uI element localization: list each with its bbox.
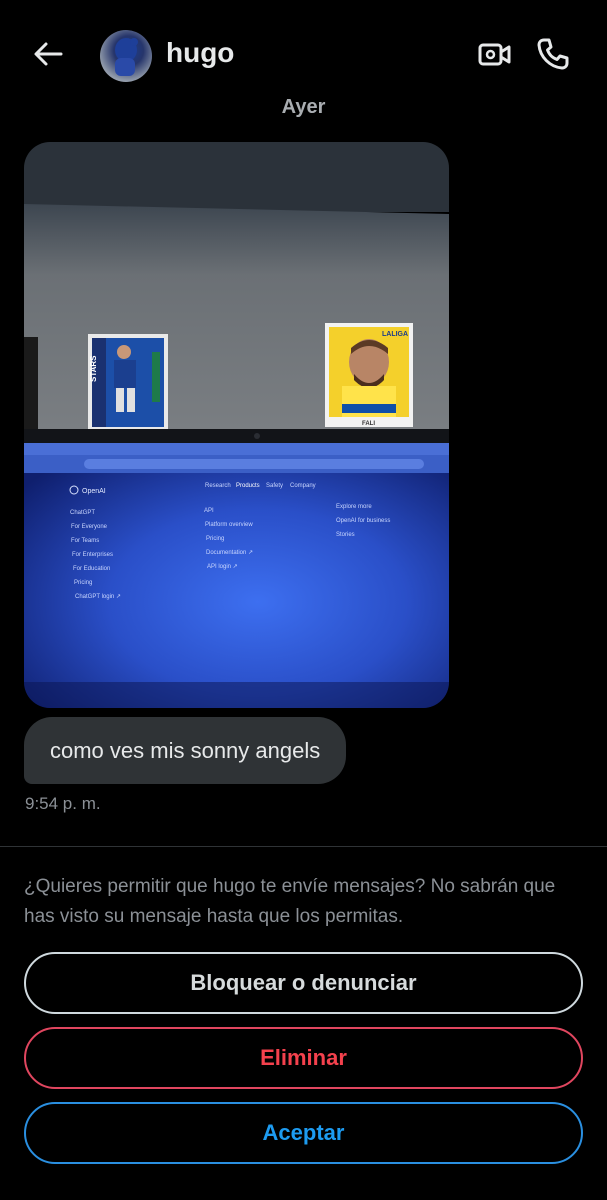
accept-button[interactable]: Aceptar xyxy=(24,1102,583,1164)
svg-text:Documentation ↗: Documentation ↗ xyxy=(206,550,253,556)
video-call-button[interactable] xyxy=(477,36,513,72)
svg-text:Pricing: Pricing xyxy=(206,536,224,542)
svg-text:Company: Company xyxy=(290,483,316,489)
svg-text:API login ↗: API login ↗ xyxy=(207,564,238,570)
svg-text:ChatGPT login ↗: ChatGPT login ↗ xyxy=(75,594,121,600)
svg-text:Stories: Stories xyxy=(336,532,355,538)
svg-text:For Everyone: For Everyone xyxy=(71,524,108,530)
message-text: como ves mis sonny angels xyxy=(50,737,321,763)
back-button[interactable] xyxy=(28,36,68,72)
contact-name[interactable]: hugo xyxy=(166,37,234,69)
message-bubble[interactable]: como ves mis sonny angels xyxy=(24,717,347,784)
photo-attachment[interactable]: STARS LALIGA FALI OpenAI Research Produc… xyxy=(24,142,449,708)
svg-text:STARS: STARS xyxy=(89,355,98,382)
sticker-card-right: LALIGA FALI xyxy=(325,323,413,427)
message-request-prompt: ¿Quieres permitir que hugo te envíe mens… xyxy=(24,876,556,927)
svg-text:OpenAI: OpenAI xyxy=(82,488,106,495)
svg-text:Safety: Safety xyxy=(266,483,283,489)
svg-text:For Education: For Education xyxy=(73,566,110,572)
svg-text:ChatGPT: ChatGPT xyxy=(70,510,95,516)
svg-text:FALI: FALI xyxy=(362,421,375,427)
svg-text:Research: Research xyxy=(205,483,231,489)
svg-text:Platform overview: Platform overview xyxy=(205,522,253,528)
svg-text:Pricing: Pricing xyxy=(74,580,92,586)
voice-call-button[interactable] xyxy=(535,36,571,72)
sticker-card-left: STARS xyxy=(88,334,168,431)
svg-text:OpenAI for business: OpenAI for business xyxy=(336,518,390,524)
dm-conversation-screen: hugo Ayer STARS LALIGA FALI OpenAI Resea… xyxy=(0,0,607,1200)
svg-text:For Enterprises: For Enterprises xyxy=(72,552,113,558)
avatar-image xyxy=(115,38,138,76)
conversation-header: hugo xyxy=(0,0,607,108)
divider xyxy=(0,846,607,847)
block-or-report-button[interactable]: Bloquear o denunciar xyxy=(24,952,583,1014)
svg-text:API: API xyxy=(204,508,214,514)
delete-button[interactable]: Eliminar xyxy=(24,1027,583,1089)
arrow-left-icon xyxy=(34,42,63,66)
svg-text:Explore more: Explore more xyxy=(336,504,372,510)
avatar[interactable] xyxy=(100,30,152,82)
video-camera-icon xyxy=(478,43,511,66)
day-separator: Ayer xyxy=(281,96,326,118)
svg-text:LALIGA: LALIGA xyxy=(382,331,408,338)
message-timestamp: 9:54 p. m. xyxy=(25,794,101,813)
svg-text:For Teams: For Teams xyxy=(71,538,99,544)
phone-icon xyxy=(537,38,569,70)
svg-text:Products: Products xyxy=(236,483,260,489)
photo-image: STARS LALIGA FALI OpenAI Research Produc… xyxy=(24,142,449,708)
